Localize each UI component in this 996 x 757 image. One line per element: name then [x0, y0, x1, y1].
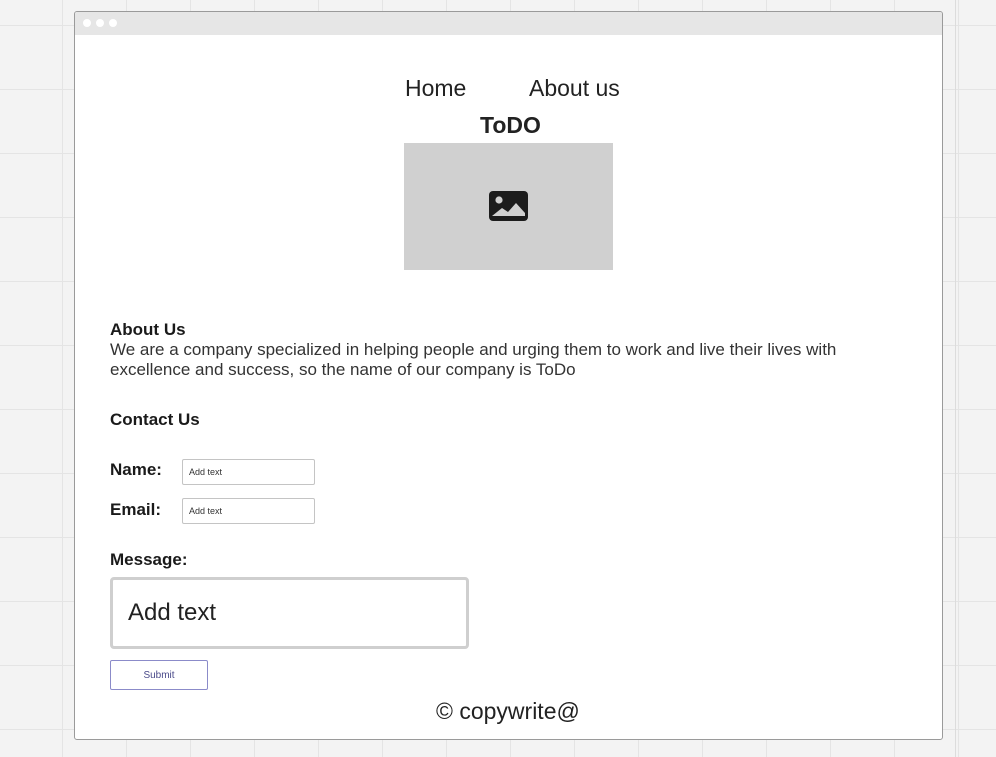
window-dot-icon: [96, 19, 104, 27]
window-titlebar: [75, 12, 942, 35]
brand-title: ToDO: [480, 112, 541, 138]
message-field[interactable]: [110, 577, 469, 649]
email-label: Email:: [110, 500, 162, 519]
email-input[interactable]: [182, 498, 315, 524]
footer-copyright: © copywrite@: [436, 698, 580, 724]
contact-heading: Contact Us: [110, 410, 200, 429]
name-input[interactable]: [182, 459, 315, 485]
browser-window-mockup: Home About us ToDO About Us We are a com…: [74, 11, 943, 740]
about-description: We are a company specialized in helping …: [110, 340, 837, 379]
message-label: Message:: [110, 550, 188, 569]
window-dot-icon: [109, 19, 117, 27]
window-dot-icon: [83, 19, 91, 27]
canvas-edge: [955, 0, 956, 757]
about-heading: About Us: [110, 320, 186, 339]
hero-image-placeholder: [404, 143, 613, 270]
nav-home-link[interactable]: Home: [405, 75, 466, 102]
nav-about-link[interactable]: About us: [529, 75, 620, 102]
name-label: Name:: [110, 460, 162, 479]
image-placeholder-icon: [489, 191, 528, 221]
submit-button[interactable]: Submit: [110, 660, 208, 690]
